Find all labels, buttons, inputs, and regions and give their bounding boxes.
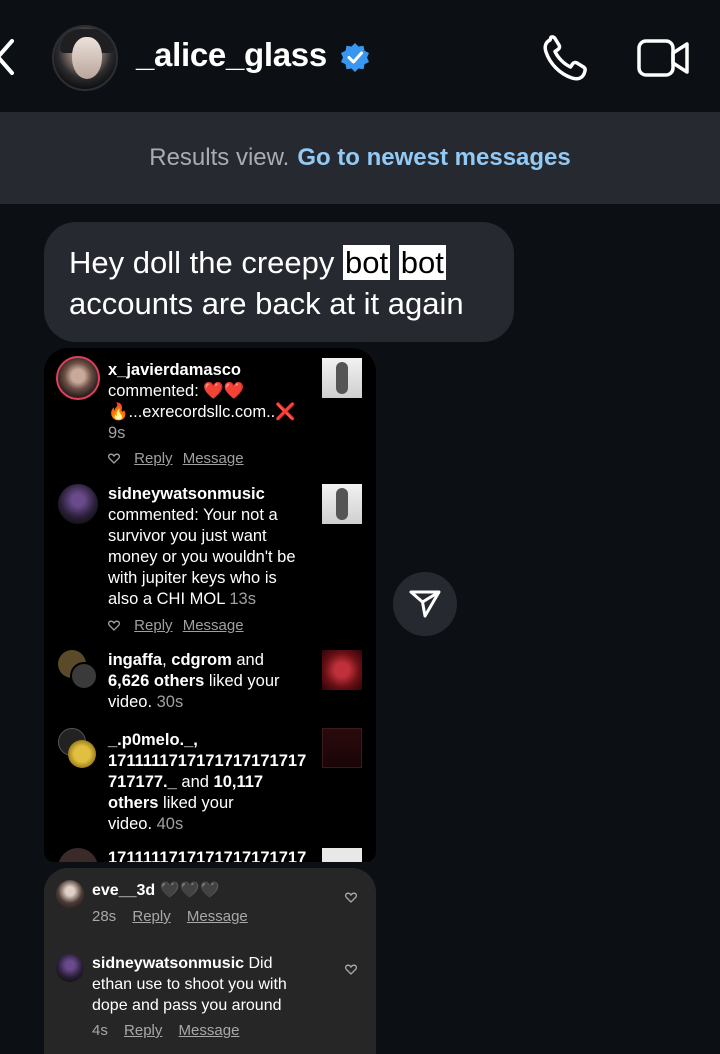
notification-time: 9s bbox=[108, 424, 126, 442]
message-link[interactable]: Message bbox=[183, 450, 244, 467]
notification-comment: with jupiter keys who is bbox=[108, 569, 277, 587]
shared-screenshot-notifications[interactable]: x_javierdamasco commented: ❤️❤️ 🔥...exre… bbox=[44, 348, 376, 862]
notification-avatar bbox=[70, 662, 98, 690]
thumbnail-figure bbox=[336, 362, 348, 394]
and-text: and bbox=[231, 651, 264, 669]
go-to-newest-link[interactable]: Go to newest messages bbox=[297, 144, 570, 172]
liked-text: liked your bbox=[204, 672, 280, 690]
avatar-face bbox=[72, 37, 102, 79]
comment-username: sidneywatsonmusic bbox=[92, 955, 245, 972]
chat-username[interactable]: _alice_glass bbox=[136, 36, 327, 74]
notification-actions: Reply Message bbox=[108, 450, 244, 467]
others-text: others bbox=[108, 794, 159, 812]
reply-link[interactable]: Reply bbox=[134, 617, 172, 634]
message-link[interactable]: Message bbox=[179, 1022, 240, 1039]
video-camera-icon[interactable] bbox=[636, 36, 692, 80]
notification-comment: commented: Your not a bbox=[108, 506, 278, 524]
heart-icon[interactable] bbox=[345, 964, 357, 975]
notification-username: x_javierdamasco bbox=[108, 361, 242, 379]
chat-header: _alice_glass bbox=[0, 0, 720, 112]
separator-text: , bbox=[162, 651, 172, 669]
message-link[interactable]: Message bbox=[187, 908, 248, 925]
comment-meta: 4s Reply Message bbox=[92, 1022, 239, 1039]
notification-time: 40s bbox=[156, 815, 184, 833]
video-text: video. bbox=[108, 815, 157, 833]
notification-comment: survivor you just want bbox=[108, 527, 267, 545]
reply-link[interactable]: Reply bbox=[124, 1022, 162, 1039]
notification-username: _.p0melo._, bbox=[108, 731, 198, 749]
notification-text: x_javierdamasco commented: ❤️❤️ 🔥...exre… bbox=[108, 360, 308, 444]
verified-badge-icon bbox=[341, 43, 369, 72]
comment-body: 🖤🖤🖤 bbox=[155, 882, 220, 899]
shared-screenshot-comments[interactable]: eve__3d 🖤🖤🖤 28s Reply Message sidneywats… bbox=[44, 868, 376, 1054]
message-bubble[interactable]: Hey doll the creepy bot bot accounts are… bbox=[44, 222, 514, 342]
notification-text: ingaffa, cdgrom and 6,626 others liked y… bbox=[108, 650, 308, 713]
comment-text: sidneywatsonmusic Did ethan use to shoot… bbox=[92, 953, 332, 1016]
post-thumbnail bbox=[322, 650, 362, 690]
notification-username: ingaffa bbox=[108, 651, 163, 669]
notification-username: 1711111717171717171717 bbox=[108, 752, 307, 770]
comment-body: ethan use to shoot you with bbox=[92, 976, 287, 993]
search-highlight: bot bbox=[398, 245, 446, 280]
notification-text: sidneywatsonmusic commented: Your not a … bbox=[108, 484, 318, 610]
share-button[interactable] bbox=[393, 572, 457, 636]
post-thumbnail bbox=[322, 484, 362, 524]
comment-username: eve__3d bbox=[92, 882, 156, 899]
notification-text: _.p0melo._, 1711111717171717171717 71717… bbox=[108, 730, 318, 835]
reply-link[interactable]: Reply bbox=[134, 450, 172, 467]
back-chevron-icon[interactable] bbox=[0, 38, 16, 76]
notification-comment: money or you wouldn't be bbox=[108, 548, 296, 566]
notification-comment: 🔥...exrecordsllc.com..❌ bbox=[108, 403, 296, 421]
comment-avatar bbox=[56, 880, 84, 908]
notification-avatar bbox=[58, 484, 98, 524]
comment-body: dope and pass you around bbox=[92, 997, 282, 1014]
heart-icon[interactable] bbox=[345, 892, 357, 903]
results-view-banner: Results view. Go to newest messages bbox=[0, 112, 720, 204]
comment-time: 4s bbox=[92, 1022, 108, 1039]
post-thumbnail bbox=[322, 848, 362, 862]
comment-body: Did bbox=[244, 955, 273, 972]
notification-text: 1711111717171717171717 bbox=[108, 848, 318, 862]
post-thumbnail bbox=[322, 728, 362, 768]
others-count: 6,626 others bbox=[108, 672, 205, 690]
paper-plane-icon bbox=[409, 590, 441, 618]
notification-username: 717177._ bbox=[108, 773, 177, 791]
notification-username: 1711111717171717171717 bbox=[108, 849, 307, 862]
avatar[interactable] bbox=[52, 25, 118, 91]
notification-username: cdgrom bbox=[171, 651, 232, 669]
phone-call-icon[interactable] bbox=[540, 34, 592, 82]
and-text: and bbox=[176, 773, 214, 791]
notification-comment: also a CHI MOL bbox=[108, 590, 230, 608]
notification-comment: commented: ❤️❤️ bbox=[108, 382, 245, 400]
notification-avatar bbox=[56, 356, 100, 400]
notification-avatar bbox=[68, 740, 96, 768]
video-text: video. bbox=[108, 693, 157, 711]
heart-icon[interactable] bbox=[108, 453, 120, 464]
heart-icon[interactable] bbox=[108, 620, 120, 631]
reply-link[interactable]: Reply bbox=[132, 908, 170, 925]
notification-avatar bbox=[58, 848, 98, 862]
results-view-label: Results view. bbox=[149, 144, 290, 171]
message-text-part2: accounts are back at it again bbox=[69, 286, 464, 321]
comment-meta: 28s Reply Message bbox=[92, 908, 248, 925]
comment-text: eve__3d 🖤🖤🖤 bbox=[92, 880, 332, 901]
comment-time: 28s bbox=[92, 908, 117, 925]
notification-time: 13s bbox=[229, 590, 256, 608]
search-highlight: bot bbox=[342, 245, 391, 280]
comment-avatar bbox=[56, 954, 84, 982]
notification-username: sidneywatsonmusic bbox=[108, 485, 265, 503]
post-thumbnail bbox=[322, 358, 362, 398]
notification-time: 30s bbox=[156, 693, 184, 711]
others-count: 10,117 bbox=[213, 773, 264, 791]
notification-actions: Reply Message bbox=[108, 617, 244, 634]
liked-text: liked your bbox=[158, 794, 234, 812]
thumbnail-figure bbox=[336, 488, 348, 520]
message-text-part1: Hey doll the creepy bbox=[69, 245, 343, 280]
message-link[interactable]: Message bbox=[183, 617, 244, 634]
